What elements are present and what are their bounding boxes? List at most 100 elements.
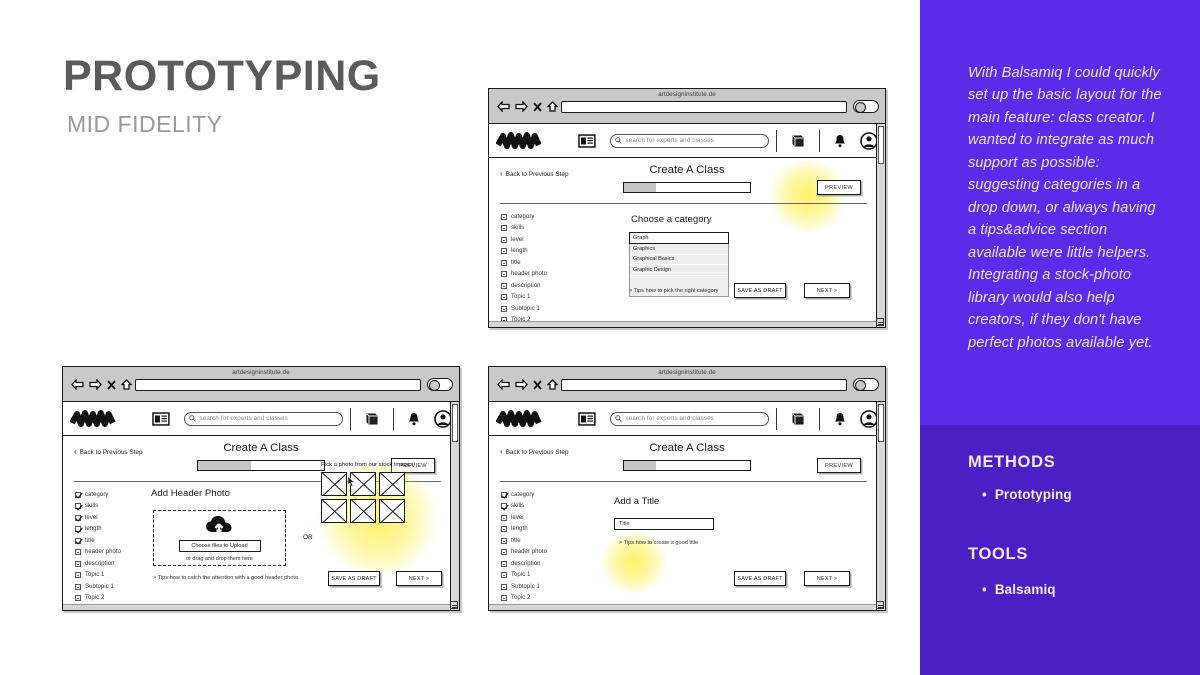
- checklist-item-category[interactable]: category: [501, 489, 547, 501]
- checkbox-checked-icon[interactable]: [75, 503, 81, 510]
- checkbox-empty-icon[interactable]: [501, 537, 507, 544]
- checkbox-empty-icon[interactable]: [501, 271, 507, 278]
- category-input[interactable]: Graph: [629, 232, 729, 244]
- preview-button[interactable]: PREVIEW: [817, 458, 861, 473]
- news-icon[interactable]: [577, 133, 596, 148]
- horizontal-scrollbar[interactable]: [489, 321, 876, 327]
- search-input[interactable]: search for experts and classes: [183, 411, 343, 426]
- address-bar[interactable]: [561, 101, 847, 113]
- next-button[interactable]: NEXT >: [396, 571, 442, 586]
- checklist-item-level[interactable]: level: [501, 234, 547, 246]
- close-icon[interactable]: [533, 101, 542, 112]
- forward-arrow-icon[interactable]: [515, 379, 528, 390]
- checklist-item-length[interactable]: length: [501, 246, 547, 258]
- checklist-item-header-photo[interactable]: header photo: [501, 547, 547, 559]
- checkbox-checked-icon[interactable]: [75, 526, 81, 533]
- scrollbar-thumb[interactable]: [878, 126, 884, 164]
- checklist-item-level[interactable]: level: [75, 512, 121, 524]
- checkbox-empty-icon[interactable]: [75, 595, 81, 602]
- address-bar[interactable]: [561, 379, 847, 391]
- choose-files-button[interactable]: Choose files to Upload: [178, 539, 261, 552]
- search-input[interactable]: search for experts and classes: [609, 133, 769, 148]
- forward-arrow-icon[interactable]: [89, 379, 102, 390]
- checkbox-empty-icon[interactable]: [501, 236, 507, 243]
- checkbox-empty-icon[interactable]: [501, 583, 507, 590]
- checklist-item-title[interactable]: title: [501, 257, 547, 269]
- checklist-item-Subtopic-1[interactable]: Subtopic 1: [75, 581, 121, 593]
- checkbox-empty-icon[interactable]: [501, 514, 507, 521]
- checkbox-empty-icon[interactable]: [501, 549, 507, 556]
- checklist-item-description[interactable]: description: [501, 558, 547, 570]
- book-icon[interactable]: [791, 134, 805, 148]
- checkbox-empty-icon[interactable]: [75, 549, 81, 556]
- stock-image-grid[interactable]: [321, 472, 413, 523]
- checklist-item-skills[interactable]: skills: [501, 501, 547, 513]
- home-icon[interactable]: [547, 101, 558, 112]
- checklist-item-description[interactable]: description: [501, 280, 547, 292]
- checklist-item-Topic-1[interactable]: Topic 1: [501, 292, 547, 304]
- checkbox-empty-icon[interactable]: [501, 225, 507, 232]
- bell-icon[interactable]: [834, 134, 846, 148]
- next-button[interactable]: NEXT >: [804, 571, 850, 586]
- tips-link[interactable]: > Tips how to pick the right category: [629, 288, 718, 294]
- browser-toggle[interactable]: [853, 100, 879, 113]
- horizontal-scrollbar[interactable]: [63, 604, 450, 610]
- checkbox-checked-icon[interactable]: [501, 491, 507, 498]
- horizontal-scrollbar[interactable]: [489, 604, 876, 610]
- checkbox-empty-icon[interactable]: [75, 572, 81, 579]
- home-icon[interactable]: [547, 379, 558, 390]
- suggestion-item[interactable]: Graphic Design: [630, 265, 728, 276]
- stock-image-cell[interactable]: [379, 499, 405, 523]
- resize-grip[interactable]: [450, 601, 458, 609]
- checklist-item-Topic-2[interactable]: Topic 2: [501, 593, 547, 605]
- checklist-item-category[interactable]: category: [75, 489, 121, 501]
- next-button[interactable]: NEXT >: [804, 283, 850, 298]
- checklist-item-length[interactable]: length: [501, 524, 547, 536]
- scribble-logo[interactable]: [70, 409, 132, 428]
- scrollbar-thumb[interactable]: [878, 404, 884, 442]
- checkbox-empty-icon[interactable]: [501, 305, 507, 312]
- vertical-scrollbar[interactable]: [876, 402, 885, 610]
- checkbox-checked-icon[interactable]: [75, 491, 81, 498]
- vertical-scrollbar[interactable]: [876, 124, 885, 327]
- checklist-item-length[interactable]: length: [75, 524, 121, 536]
- checklist-item-description[interactable]: description: [75, 558, 121, 570]
- checkbox-checked-icon[interactable]: [75, 514, 81, 521]
- stock-image-cell[interactable]: [321, 499, 347, 523]
- checklist-item-Subtopic-1[interactable]: Subtopic 1: [501, 581, 547, 593]
- back-arrow-icon[interactable]: [497, 379, 510, 390]
- suggestion-item[interactable]: Graphical Basics: [630, 255, 728, 265]
- vertical-scrollbar[interactable]: [450, 402, 459, 610]
- bell-icon[interactable]: [408, 412, 420, 426]
- checklist-item-category[interactable]: category: [501, 211, 547, 223]
- checkbox-empty-icon[interactable]: [501, 259, 507, 266]
- address-bar[interactable]: [135, 379, 421, 391]
- close-icon[interactable]: [107, 379, 116, 390]
- checklist-item-Topic-1[interactable]: Topic 1: [501, 570, 547, 582]
- save-as-draft-button[interactable]: SAVE AS DRAFT: [734, 283, 786, 298]
- suggestion-item[interactable]: Graphics: [630, 244, 728, 255]
- tips-link[interactable]: > Tips how to create a good title: [619, 540, 698, 546]
- checklist-item-title[interactable]: title: [75, 535, 121, 547]
- checkbox-empty-icon[interactable]: [501, 526, 507, 533]
- browser-toggle[interactable]: [853, 378, 879, 391]
- upload-dropzone[interactable]: Choose files to Upload or drag and drop …: [153, 510, 286, 566]
- checklist-item-Subtopic-1[interactable]: Subtopic 1: [501, 303, 547, 315]
- news-icon[interactable]: [151, 411, 170, 426]
- book-icon[interactable]: [791, 412, 805, 426]
- stock-image-cell[interactable]: [321, 472, 347, 496]
- checkbox-checked-icon[interactable]: [75, 537, 81, 544]
- checkbox-empty-icon[interactable]: [75, 560, 81, 567]
- resize-grip[interactable]: [876, 601, 884, 609]
- news-icon[interactable]: [577, 411, 596, 426]
- stock-image-cell[interactable]: [379, 472, 405, 496]
- save-as-draft-button[interactable]: SAVE AS DRAFT: [734, 571, 786, 586]
- checkbox-checked-icon[interactable]: [501, 503, 507, 510]
- search-input[interactable]: search for experts and classes: [609, 411, 769, 426]
- checkbox-empty-icon[interactable]: [501, 572, 507, 579]
- home-icon[interactable]: [121, 379, 132, 390]
- checkbox-empty-icon[interactable]: [501, 213, 507, 220]
- scribble-logo[interactable]: [496, 409, 558, 428]
- checkbox-empty-icon[interactable]: [501, 294, 507, 301]
- checkbox-empty-icon[interactable]: [501, 560, 507, 567]
